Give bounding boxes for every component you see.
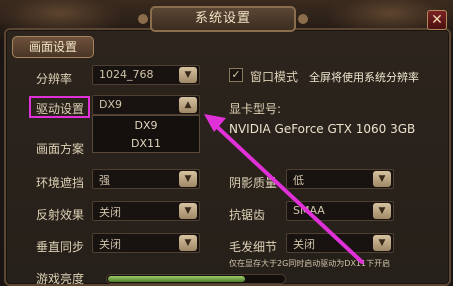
vsync-value: 关闭 [99,238,121,251]
driver-label: 驱动设置 [36,102,85,116]
chevron-down-icon[interactable]: ▼ [179,171,197,187]
resolution-value: 1024_768 [99,68,154,81]
chevron-down-icon[interactable]: ▼ [179,203,197,219]
chevron-down-icon[interactable]: ▼ [179,67,197,83]
gpu-label: 显卡型号: [229,102,282,116]
resolution-label: 分辨率 [36,72,73,86]
vsync-dropdown[interactable]: 关闭 ▼ [92,233,200,253]
window-title: 系统设置 [138,6,308,32]
gpu-value: NVIDIA GeForce GTX 1060 3GB [229,122,416,136]
hair-detail-note: 仅在显存大于2G同时启动驱动为DX11下开启 [229,259,391,268]
tab-graphics-settings[interactable]: 画面设置 [12,36,94,58]
hair-detail-label: 毛发细节 [229,240,278,254]
window-mode-label: 窗口模式 [250,70,299,84]
reflection-value: 关闭 [99,206,121,219]
reflection-label: 反射效果 [36,208,85,222]
chevron-down-icon[interactable]: ▼ [373,235,391,251]
quality-preset-label: 画面方案 [36,142,85,156]
anti-aliasing-label: 抗锯齿 [229,208,266,222]
hair-detail-value: 关闭 [293,238,315,251]
vsync-label: 垂直同步 [36,240,85,254]
chevron-up-icon[interactable]: ▲ [179,97,197,113]
shadow-quality-value: 低 [293,174,304,187]
shadow-quality-label: 阴影质量 [229,176,278,190]
reflection-dropdown[interactable]: 关闭 ▼ [92,201,200,221]
brightness-slider[interactable] [106,274,286,284]
brightness-slider-fill [108,276,245,282]
ambient-occlusion-label: 环境遮挡 [36,176,85,190]
window-mode-hint: 全屏将使用系统分辨率 [309,71,419,84]
hair-detail-dropdown[interactable]: 关闭 ▼ [286,233,394,253]
shadow-quality-dropdown[interactable]: 低 ▼ [286,169,394,189]
anti-aliasing-value: SMAA [293,204,325,217]
resolution-dropdown[interactable]: 1024_768 ▼ [92,65,200,85]
chevron-down-icon[interactable]: ▼ [373,171,391,187]
ambient-occlusion-value: 强 [99,174,110,187]
chevron-down-icon[interactable]: ▼ [373,203,391,219]
ambient-occlusion-dropdown[interactable]: 强 ▼ [92,169,200,189]
driver-value: DX9 [99,98,123,111]
driver-option-dx11[interactable]: DX11 [93,135,199,153]
anti-aliasing-dropdown[interactable]: SMAA ▼ [286,201,394,221]
driver-option-dx9[interactable]: DX9 [93,117,199,135]
brightness-label: 游戏亮度 [36,272,85,286]
driver-option-list: DX9 DX11 [92,115,200,153]
window-mode-checkbox[interactable]: ✓ [229,68,243,82]
driver-dropdown[interactable]: DX9 ▲ [92,95,200,115]
chevron-down-icon[interactable]: ▼ [179,235,197,251]
close-icon[interactable]: ✕ [427,10,447,30]
